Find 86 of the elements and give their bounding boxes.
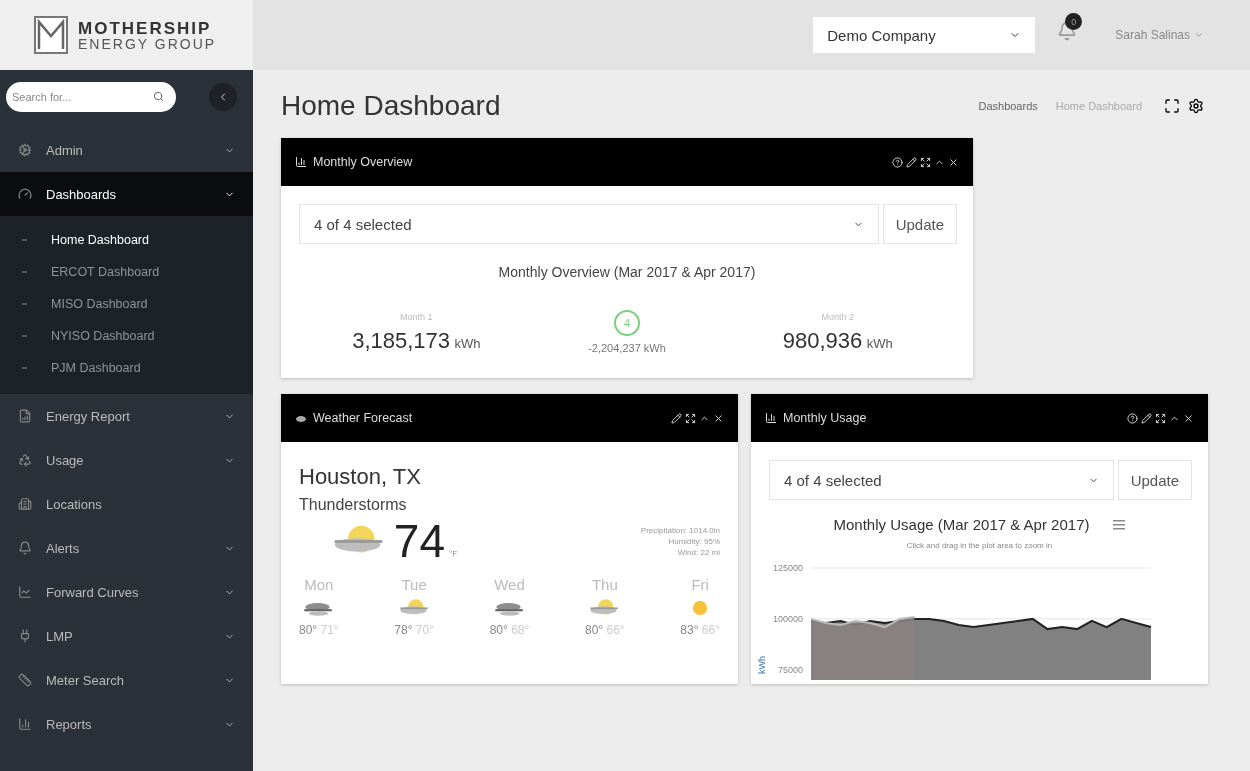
change-badge: 4 [614,310,640,336]
stat-unit: kWh [454,336,481,351]
caret-icon [1194,30,1204,40]
month-select[interactable]: 4 of 4 selected [299,204,879,244]
temperature-unit: °F [448,549,458,558]
notification-badge: 0 [1065,13,1083,30]
panel-title: Monthly Usage [783,411,868,425]
search-icon [153,91,164,102]
sidebar-item[interactable]: LMP [0,614,253,658]
sidebar-item[interactable]: Dashboards [0,172,253,216]
company-select[interactable]: Demo Company [813,17,1036,53]
breadcrumb-link[interactable]: Dashboards [978,100,1038,112]
report-icon [18,409,32,423]
day-name: Wed [494,576,525,593]
line-chart-icon [18,585,32,599]
stat-label: Month 2 [821,312,854,322]
ruler-icon [18,673,32,687]
panel-icon [765,412,777,424]
sidebar-item[interactable]: Forward Curves [0,570,253,614]
day-name: Thu [591,576,618,593]
sidebar-item[interactable]: Meter Search [0,658,253,702]
weather-detail: Precipitation: 1014.0in [640,525,720,535]
close-icon[interactable] [1183,412,1194,424]
panel-title: Weather Forecast [313,411,414,425]
edit-icon[interactable] [671,412,682,424]
logo-text: MOTHERSHIP [78,19,213,37]
help-icon[interactable] [1127,412,1138,424]
close-icon[interactable] [713,412,724,424]
expand-icon[interactable] [920,156,931,168]
edit-icon[interactable] [906,156,917,168]
month-select[interactable]: 4 of 4 selected [769,460,1114,500]
day-name: Tue [401,576,427,593]
day-name: Mon [304,576,334,593]
update-button[interactable]: Update [1117,460,1192,500]
sidebar-item[interactable]: Reports [0,702,253,746]
recycle-icon [18,453,32,467]
chart-title: Monthly Usage (Mar 2017 & Apr 2017) [833,516,1090,533]
sidebar-item[interactable]: Energy Report [0,394,253,438]
temperature: 74 [393,514,445,568]
axis-label: 100000 [772,613,803,624]
axis-title: kWh [757,656,767,674]
menu-icon[interactable] [1113,519,1126,530]
help-icon[interactable] [892,156,903,168]
submenu-item[interactable]: MISO Dashboard [0,288,253,320]
logo-icon [34,16,68,54]
update-button[interactable]: Update [882,204,957,244]
sidebar-item[interactable]: Locations [0,482,253,526]
sidebar-item[interactable]: Admin [0,128,253,172]
search-field[interactable]: Search for... [6,82,176,112]
building-icon [18,497,32,511]
stat-value: 3,185,173 [352,328,451,353]
panel-icon [295,156,307,168]
edit-icon[interactable] [1141,412,1152,424]
bar-chart-icon [18,717,32,731]
stat-value: 980,936 [782,328,863,353]
bell-icon[interactable] [1057,21,1078,41]
sidebar-item[interactable]: Usage [0,438,253,482]
page-title: Home Dashboard [281,90,502,122]
settings-icon[interactable] [1188,98,1204,114]
submenu-item[interactable]: PJM Dashboard [0,352,253,384]
stat-label: Month 1 [400,312,433,322]
submenu-item[interactable]: Home Dashboard [0,224,253,256]
weather-condition: Thunderstorms [299,496,408,514]
panel-title: Monthly Overview [313,155,414,169]
sidebar-item[interactable]: Alerts [0,526,253,570]
expand-icon[interactable] [685,412,696,424]
day-name: Fri [691,576,709,593]
logo-text: ENERGY GROUP [78,36,217,51]
submenu-item[interactable]: NYISO Dashboard [0,320,253,352]
plug-icon [18,629,32,643]
gear-icon [18,143,32,157]
submenu-item[interactable]: ERCOT Dashboard [0,256,253,288]
gauge-icon [18,187,32,201]
city-name: Houston, TX [299,464,422,490]
axis-label: 75000 [777,664,803,675]
axis-label: 125000 [772,563,803,573]
expand-icon[interactable] [1155,412,1166,424]
change-value: -2,204,237 kWh [588,342,666,354]
close-icon[interactable] [948,156,959,168]
chart-subtitle: Click and drag in the plot area to zoom in [905,541,1054,550]
bell-icon [18,541,32,555]
weather-detail: Wind: 22 mi [677,547,720,557]
weather-detail: Humidity: 95% [668,536,720,546]
stat-unit: kWh [866,336,893,351]
fullscreen-icon[interactable] [1164,98,1180,114]
overview-heading: Monthly Overview (Mar 2017 & Apr 2017) [497,263,757,282]
